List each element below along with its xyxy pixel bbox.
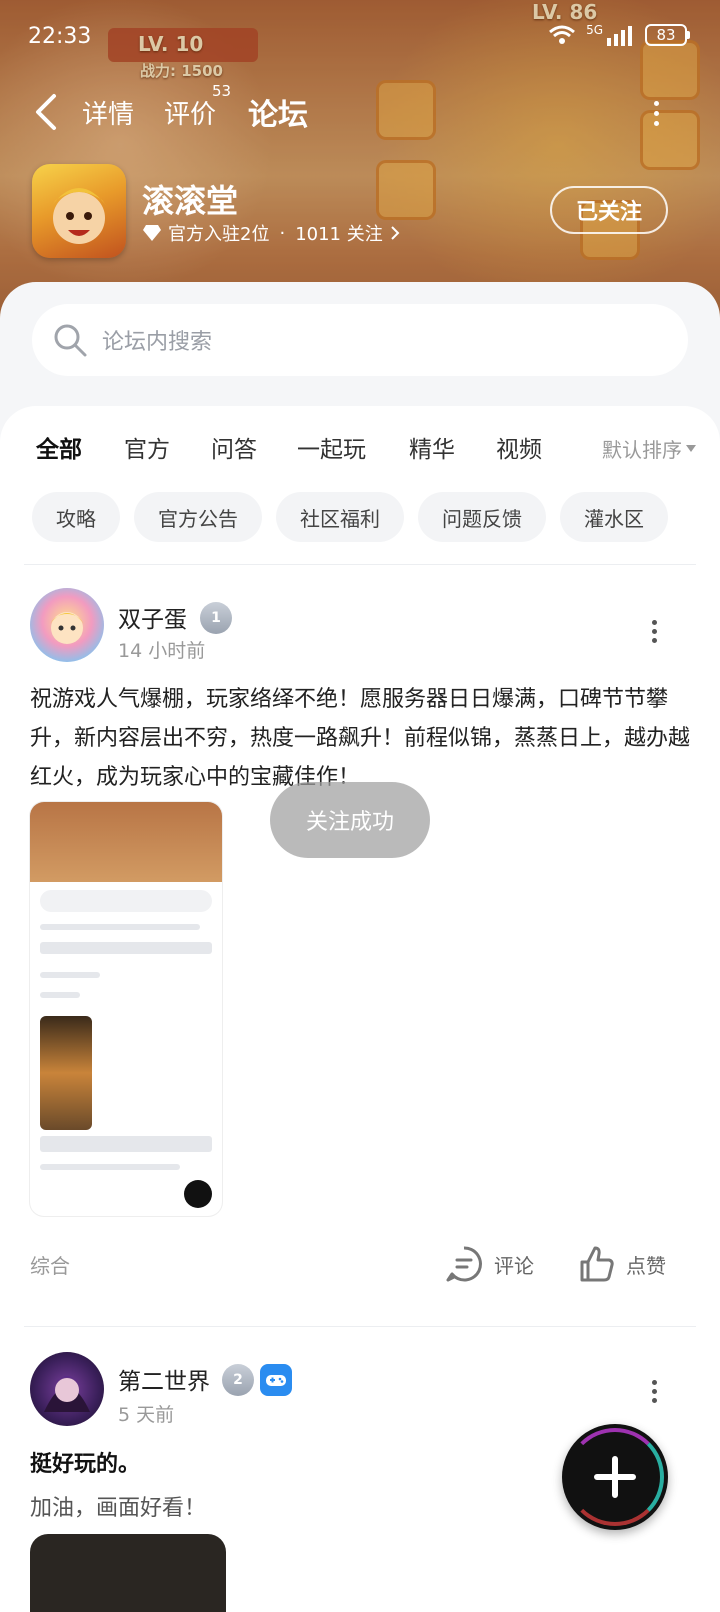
comment-label: 评论 — [494, 1253, 534, 1278]
tab-play-together[interactable]: 一起玩 — [297, 430, 366, 464]
tab-forum[interactable]: 论坛 — [248, 90, 308, 138]
post-more-button[interactable] — [644, 1376, 664, 1406]
forum-sheet: 论坛内搜索 全部 官方 问答 一起玩 精华 视频 默认排序 攻略 官方公告 社区… — [0, 282, 720, 1612]
avatar-character-icon — [44, 1376, 90, 1412]
official-count: 官方入驻2位 — [168, 224, 270, 245]
post-body: 加油，画面好看！ — [30, 1496, 207, 1521]
screenshot-fab — [184, 1180, 212, 1208]
chip-chat[interactable]: 灌水区 — [560, 492, 668, 542]
category-tabs: 全部 官方 问答 一起玩 精华 视频 — [36, 430, 696, 480]
chip-welfare[interactable]: 社区福利 — [276, 492, 404, 542]
wifi-icon — [549, 25, 576, 44]
chip-announcements[interactable]: 官方公告 — [134, 492, 262, 542]
tab-all[interactable]: 全部 — [36, 430, 82, 472]
battery-icon: 83 — [645, 24, 690, 46]
post-footer: 综合 评论 点赞 — [0, 1242, 720, 1292]
diamond-icon — [143, 225, 161, 241]
divider — [24, 564, 696, 565]
screenshot-line — [40, 1136, 212, 1152]
plus-icon — [594, 1456, 636, 1498]
game-character-icon — [50, 188, 108, 244]
comment-icon — [446, 1246, 482, 1282]
battery-level: 83 — [645, 24, 687, 46]
screenshot-thumbnail — [40, 1016, 92, 1130]
post-author[interactable]: 双子蛋 — [118, 600, 187, 634]
like-label: 点赞 — [626, 1253, 666, 1278]
thumbs-up-icon — [580, 1246, 614, 1282]
divider — [24, 1326, 696, 1327]
user-level-badge: 2 — [222, 1364, 254, 1396]
top-navigation: 详情 评价 53 论坛 — [0, 82, 720, 142]
chip-guides[interactable]: 攻略 — [32, 492, 120, 542]
tab-reviews[interactable]: 评价 — [164, 94, 216, 131]
post-author[interactable]: 第二世界 — [118, 1362, 210, 1396]
search-input[interactable]: 论坛内搜索 — [32, 304, 688, 376]
screenshot-line — [40, 972, 100, 978]
chip-feedback[interactable]: 问题反馈 — [418, 492, 546, 542]
post-card[interactable]: 双子蛋 1 14 小时前 祝游戏人气爆棚，玩家络绎不绝！愿服务器日日爆满，口碑节… — [0, 586, 720, 1326]
back-button[interactable] — [30, 90, 66, 134]
avatar[interactable] — [30, 1352, 104, 1426]
status-bar: 22:33 5G 83 — [0, 0, 720, 70]
post-time: 14 小时前 — [118, 640, 206, 662]
search-placeholder: 论坛内搜索 — [102, 330, 213, 355]
tab-video[interactable]: 视频 — [496, 430, 542, 464]
back-arrow-icon — [36, 94, 56, 130]
chevron-right-icon — [391, 226, 400, 240]
gamepad-icon — [266, 1375, 286, 1386]
follower-count: 1011 关注 — [295, 224, 383, 245]
sort-label: 默认排序 — [602, 438, 682, 462]
post-text: 祝游戏人气爆棚，玩家络绎不绝！愿服务器日日爆满，口碑节节攀升，新内容层出不穷，热… — [30, 687, 691, 790]
tab-featured[interactable]: 精华 — [409, 430, 455, 464]
tab-details[interactable]: 详情 — [82, 94, 134, 131]
post-category-tag: 综合 — [30, 1254, 70, 1278]
sort-dropdown[interactable]: 默认排序 — [602, 434, 696, 463]
post-title: 挺好玩的。 — [30, 1452, 141, 1477]
user-level-badge: 1 — [200, 602, 232, 634]
game-icon[interactable] — [32, 164, 126, 258]
user-level: 2 — [233, 1372, 243, 1388]
reviews-count-badge: 53 — [212, 82, 232, 100]
like-button[interactable]: 点赞 — [576, 1244, 666, 1284]
network-label: 5G — [586, 23, 603, 37]
status-icons: 5G 83 — [548, 23, 690, 46]
more-options-button[interactable] — [644, 96, 668, 130]
avatar-character-icon — [50, 612, 84, 644]
toast-message: 关注成功 — [270, 782, 430, 858]
gamer-badge — [260, 1364, 292, 1396]
screenshot-chips — [40, 942, 212, 954]
avatar[interactable] — [30, 588, 104, 662]
game-name: 滚滚堂 — [142, 182, 239, 220]
follow-button[interactable]: 已关注 — [550, 186, 668, 234]
tab-qa[interactable]: 问答 — [211, 430, 257, 464]
status-time: 22:33 — [28, 24, 92, 49]
screenshot-line — [40, 1164, 180, 1170]
screenshot-line — [40, 992, 80, 998]
post-image[interactable] — [30, 1534, 226, 1612]
game-meta[interactable]: 官方入驻2位 · 1011 关注 — [142, 220, 401, 246]
search-icon — [54, 324, 87, 357]
create-post-button[interactable] — [562, 1424, 668, 1530]
caret-down-icon — [686, 445, 696, 452]
screenshot-search — [40, 890, 212, 912]
tab-official[interactable]: 官方 — [124, 430, 170, 464]
screenshot-tabs — [40, 924, 200, 930]
subforum-chips: 攻略 官方公告 社区福利 问题反馈 灌水区 — [32, 492, 668, 542]
screenshot-header — [30, 802, 222, 882]
post-more-button[interactable] — [644, 616, 664, 646]
post-image[interactable] — [30, 802, 222, 1216]
meta-separator: · — [279, 222, 286, 244]
post-time: 5 天前 — [118, 1404, 175, 1426]
signal-icon — [607, 26, 632, 46]
comment-button[interactable]: 评论 — [444, 1244, 534, 1284]
user-level: 1 — [211, 610, 221, 626]
